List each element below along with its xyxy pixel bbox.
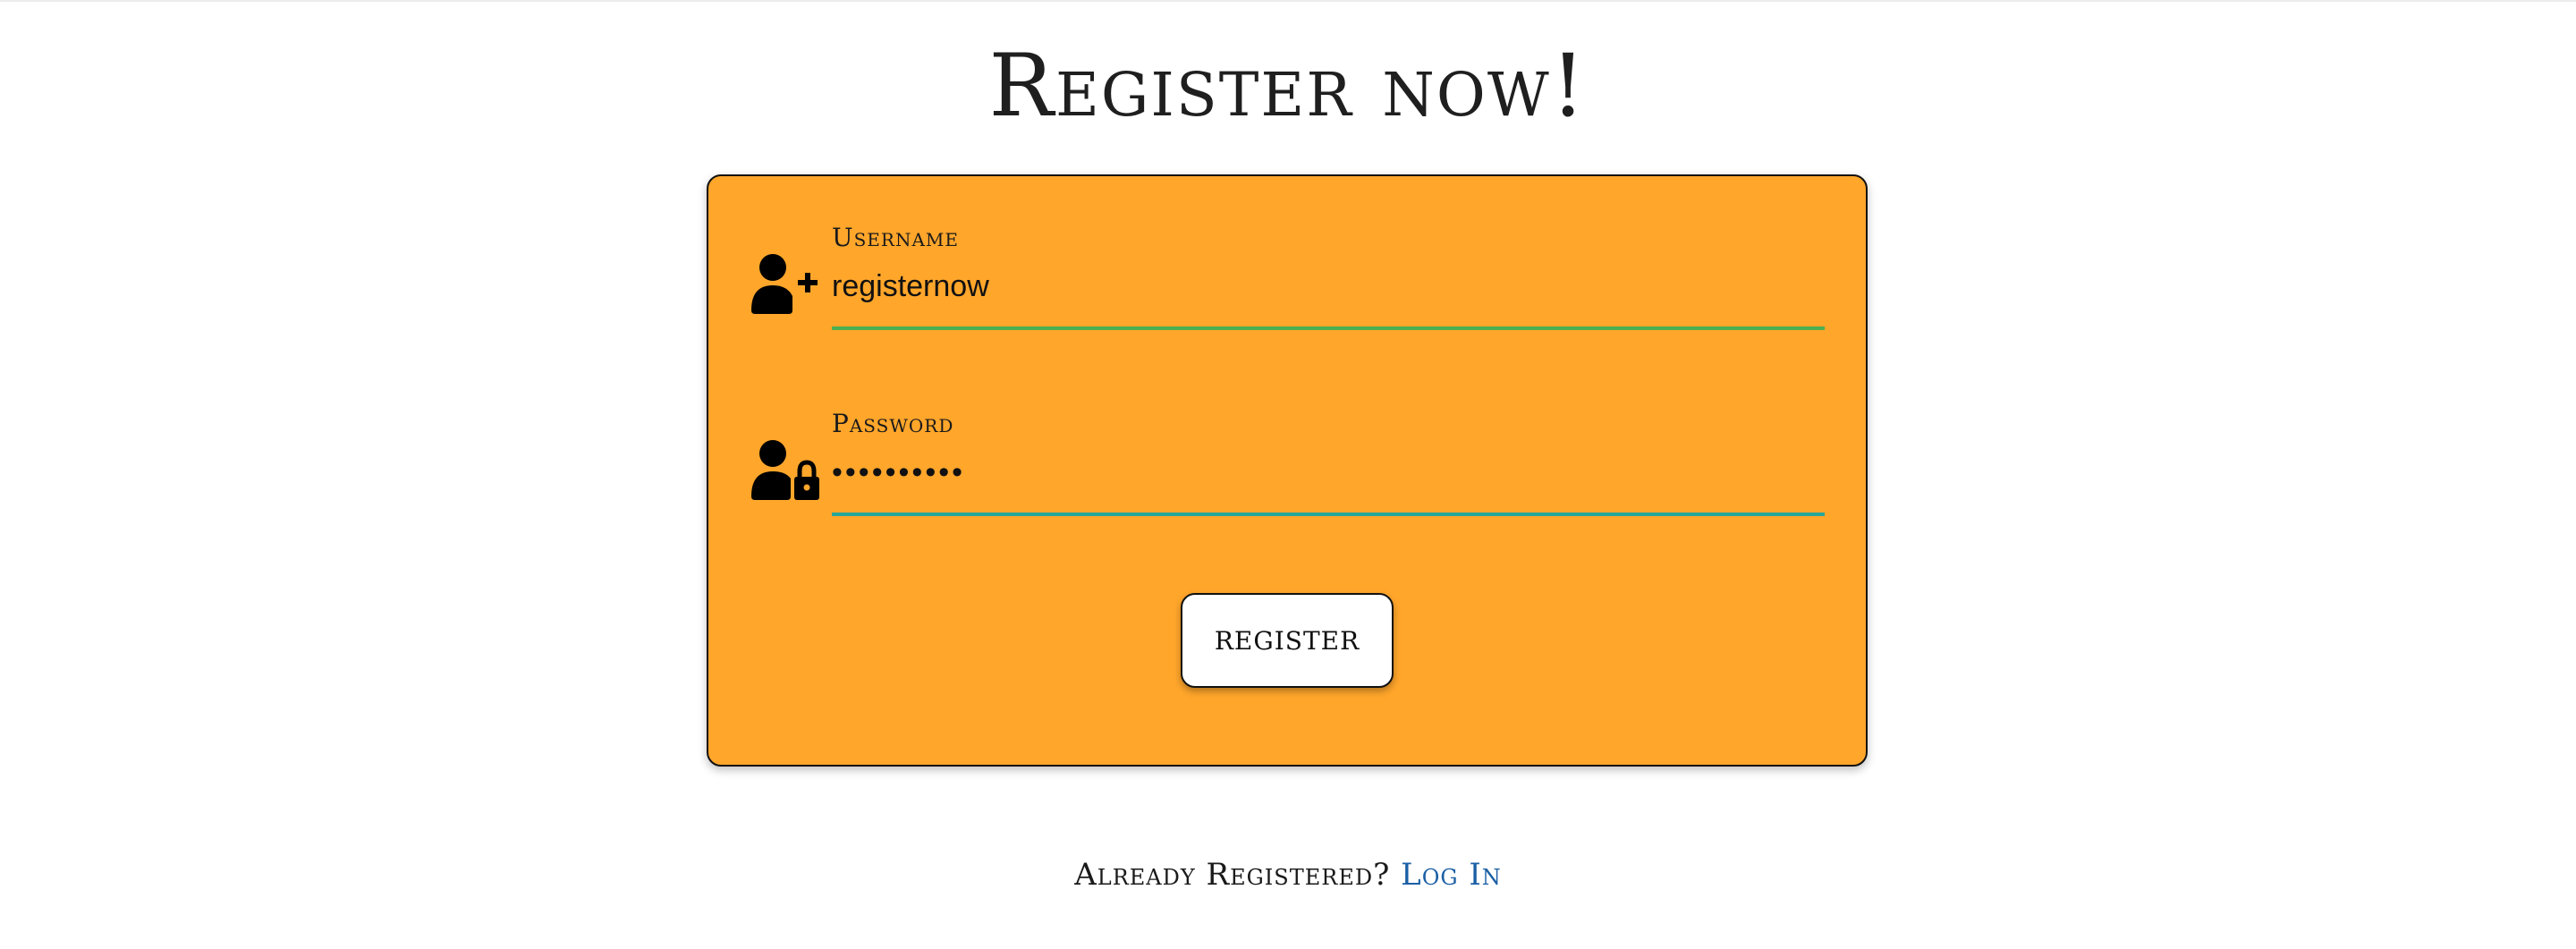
register-form-card: Username Password REGISTER [707,174,1868,767]
top-divider [0,0,2576,2]
username-underline [832,326,1825,330]
already-registered-text: Already Registered? [1074,857,1391,893]
register-button[interactable]: REGISTER [1181,593,1394,688]
password-underline [832,513,1825,516]
username-input[interactable] [832,258,1825,314]
user-lock-icon [751,439,823,504]
user-plus-icon [751,253,823,318]
password-label: Password [832,409,954,438]
login-link[interactable]: Log In [1401,857,1502,893]
username-label: Username [832,223,959,252]
footer: Already Registered? Log In [0,857,2576,893]
page-title: Register now! [988,36,1588,136]
password-input[interactable] [832,445,1825,500]
